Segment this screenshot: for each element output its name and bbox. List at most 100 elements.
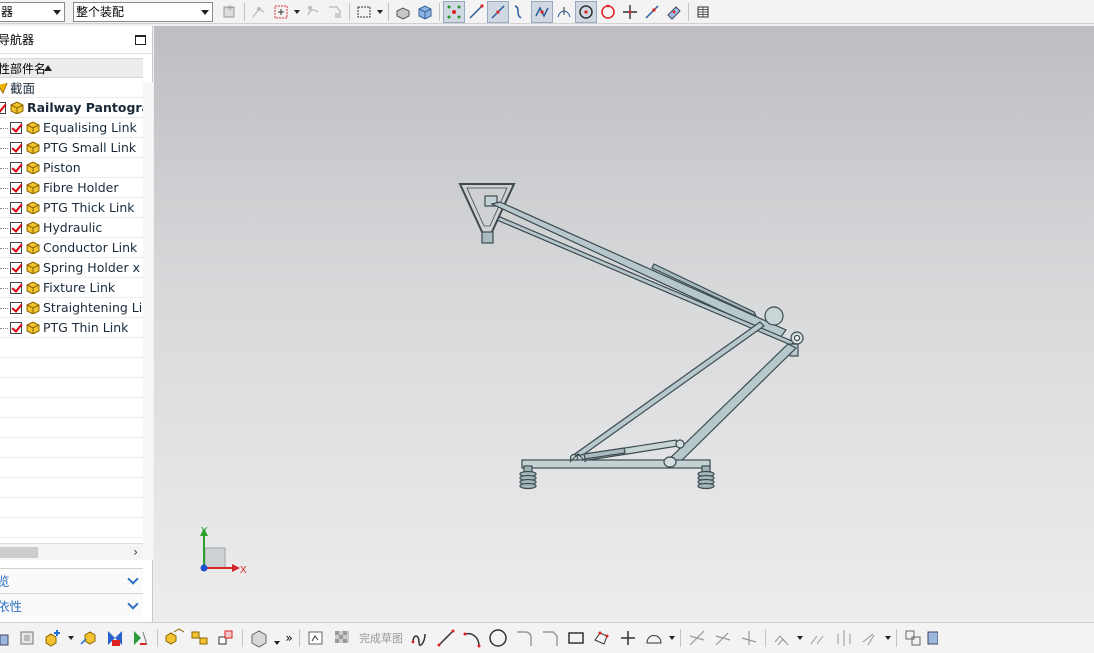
mirror-assembly-button[interactable] bbox=[187, 625, 213, 651]
visibility-checkbox[interactable] bbox=[10, 321, 22, 334]
visibility-checkbox[interactable] bbox=[10, 221, 22, 234]
geometric-constraints-button[interactable] bbox=[900, 625, 926, 651]
link-button[interactable] bbox=[302, 1, 324, 23]
insulator-right bbox=[697, 465, 715, 490]
triad-x-label: X bbox=[240, 565, 247, 576]
quick-extend-button[interactable] bbox=[710, 625, 736, 651]
finish-sketch-icon-button[interactable] bbox=[329, 625, 355, 651]
sketch-button[interactable] bbox=[303, 625, 329, 651]
tree-row-piston[interactable]: Piston bbox=[0, 158, 143, 178]
solid-component-button[interactable] bbox=[414, 1, 436, 23]
profile-button[interactable] bbox=[407, 625, 433, 651]
mirror-curve-button[interactable] bbox=[831, 625, 857, 651]
assembly-filter-button[interactable] bbox=[219, 1, 241, 23]
tree-row-ptg-small-link[interactable]: PTG Small Link bbox=[0, 138, 143, 158]
dependencies-panel-toggle[interactable]: 依性 bbox=[0, 593, 143, 617]
selection-filter-dropdown[interactable]: 器 bbox=[0, 1, 65, 22]
intersection-point-toggle[interactable] bbox=[531, 0, 553, 23]
fillet-button[interactable] bbox=[511, 625, 537, 651]
chevron-down-icon[interactable] bbox=[294, 9, 300, 14]
select-in-box-button[interactable] bbox=[270, 1, 292, 23]
component-button[interactable] bbox=[14, 625, 40, 651]
visibility-checkbox[interactable] bbox=[10, 201, 22, 214]
finish-sketch-label[interactable]: 完成草图 bbox=[359, 630, 403, 646]
arc-center-toggle[interactable] bbox=[575, 0, 597, 23]
chevron-down-icon[interactable] bbox=[885, 636, 891, 640]
quadrant-point-button[interactable] bbox=[597, 1, 619, 23]
point-on-curve-button[interactable] bbox=[641, 1, 663, 23]
tree-row-root-assembly[interactable]: Railway Pantograpl bbox=[0, 98, 143, 118]
quick-trim-button[interactable] bbox=[684, 625, 710, 651]
assembly-scope-dropdown[interactable]: 整个装配 bbox=[73, 1, 213, 22]
tree-row-equalising-link[interactable]: Equalising Link bbox=[0, 118, 143, 138]
tree-row-fixture-link[interactable]: Fixture Link bbox=[0, 278, 143, 298]
visibility-checkbox[interactable] bbox=[10, 241, 22, 254]
visibility-checkbox[interactable] bbox=[10, 141, 22, 154]
pattern-component-button[interactable] bbox=[161, 625, 187, 651]
end-point-button[interactable] bbox=[465, 1, 487, 23]
chevron-down-icon[interactable] bbox=[669, 636, 675, 640]
maximize-icon[interactable] bbox=[135, 34, 146, 45]
add-component-button[interactable] bbox=[40, 625, 66, 651]
visibility-checkbox[interactable] bbox=[10, 281, 22, 294]
rectangle-select-button[interactable] bbox=[353, 1, 375, 23]
chevron-right-icon[interactable]: › bbox=[133, 545, 138, 559]
table-button[interactable] bbox=[692, 1, 714, 23]
make-corner-button[interactable] bbox=[736, 625, 762, 651]
rectangle-button[interactable] bbox=[563, 625, 589, 651]
polygon-button[interactable] bbox=[589, 625, 615, 651]
tree-row-hydraulic[interactable]: Hydraulic bbox=[0, 218, 143, 238]
wave-link-button[interactable] bbox=[213, 625, 239, 651]
snap-curve-button[interactable] bbox=[248, 1, 270, 23]
graphics-viewport[interactable]: Y X bbox=[154, 26, 1094, 622]
assembly-button[interactable] bbox=[0, 625, 14, 651]
preview-panel-toggle[interactable]: 览 bbox=[0, 568, 143, 592]
tangent-point-button[interactable] bbox=[553, 1, 575, 23]
chevron-down-icon[interactable] bbox=[68, 636, 74, 640]
tree-row-conductor-link[interactable]: Conductor Link bbox=[0, 238, 143, 258]
toolbar-overflow-button[interactable]: » bbox=[282, 625, 296, 651]
tree-connector bbox=[0, 148, 8, 149]
tree-row-section[interactable]: 截面 bbox=[0, 78, 143, 98]
studio-spline-button[interactable] bbox=[641, 625, 667, 651]
column-header-part-name[interactable]: 性部件名 bbox=[0, 58, 143, 78]
derived-lines-button[interactable] bbox=[857, 625, 883, 651]
scrollbar-thumb[interactable] bbox=[0, 547, 38, 558]
control-point-button[interactable] bbox=[509, 1, 531, 23]
point-on-face-button[interactable] bbox=[663, 1, 685, 23]
assembly-constraint-button[interactable] bbox=[102, 625, 128, 651]
visibility-checkbox[interactable] bbox=[10, 181, 22, 194]
tree-row-spring-holder-x-4[interactable]: Spring Holder x 4 bbox=[0, 258, 143, 278]
measure-button[interactable] bbox=[324, 1, 346, 23]
show-constraints-button[interactable] bbox=[128, 625, 154, 651]
new-component-button[interactable] bbox=[246, 625, 272, 651]
pattern-curve-button[interactable] bbox=[805, 625, 831, 651]
arc-button[interactable] bbox=[459, 625, 485, 651]
root-checkbox[interactable] bbox=[0, 101, 6, 114]
line-button[interactable] bbox=[433, 625, 459, 651]
visibility-checkbox[interactable] bbox=[10, 301, 22, 314]
tree-horizontal-scrollbar[interactable]: › bbox=[0, 543, 143, 560]
snap-point-toggle[interactable] bbox=[443, 0, 465, 23]
tree-vertical-scrollbar[interactable] bbox=[143, 82, 153, 560]
chamfer-button[interactable] bbox=[537, 625, 563, 651]
mid-point-toggle[interactable] bbox=[487, 0, 509, 23]
tree-row-ptg-thin-link[interactable]: PTG Thin Link bbox=[0, 318, 143, 338]
visibility-checkbox[interactable] bbox=[10, 261, 22, 274]
circle-button[interactable] bbox=[485, 625, 511, 651]
control-point-icon bbox=[514, 4, 522, 19]
offset-curve-button[interactable] bbox=[769, 625, 795, 651]
visibility-checkbox[interactable] bbox=[10, 161, 22, 174]
visibility-checkbox[interactable] bbox=[10, 121, 22, 134]
tree-row-fibre-holder[interactable]: Fibre Holder bbox=[0, 178, 143, 198]
tree-row-ptg-thick-link[interactable]: PTG Thick Link bbox=[0, 198, 143, 218]
chevron-down-icon[interactable] bbox=[274, 641, 280, 645]
display-constraints-button[interactable] bbox=[926, 625, 938, 651]
point-button[interactable] bbox=[615, 625, 641, 651]
chevron-down-icon[interactable] bbox=[797, 636, 803, 640]
existing-point-button[interactable] bbox=[619, 1, 641, 23]
shaded-body-button[interactable] bbox=[392, 1, 414, 23]
move-component-button[interactable] bbox=[76, 625, 102, 651]
chevron-down-icon[interactable] bbox=[377, 9, 383, 14]
tree-row-straightening-linl[interactable]: Straightening Linl bbox=[0, 298, 143, 318]
